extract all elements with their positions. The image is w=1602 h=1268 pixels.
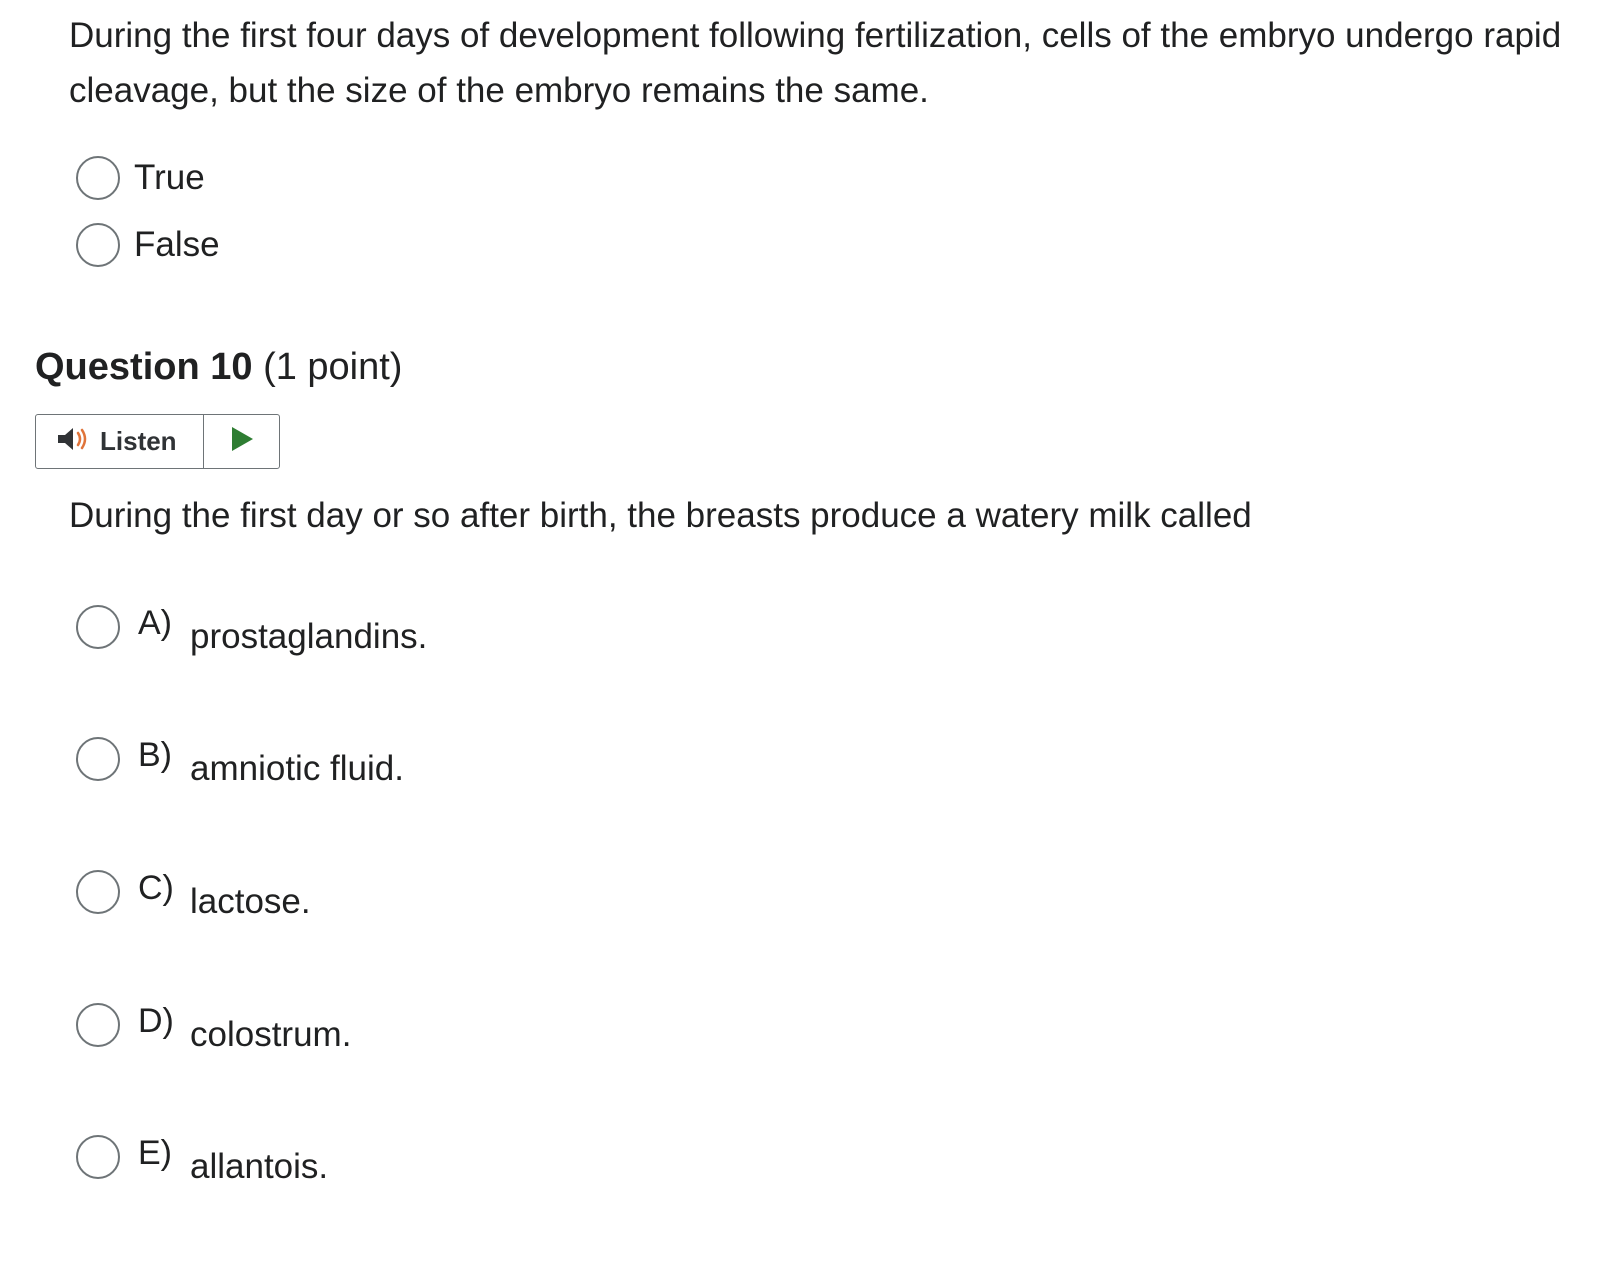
radio-button[interactable] (76, 870, 120, 914)
option-text: colostrum. (190, 1015, 352, 1054)
radio-button[interactable] (76, 1135, 120, 1179)
radio-button[interactable] (76, 223, 120, 267)
option-a[interactable]: A) prostaglandins. (76, 597, 427, 657)
option-letter: E) (138, 1133, 172, 1172)
option-letter: C) (138, 868, 174, 907)
speaker-icon (56, 425, 92, 458)
option-text: allantois. (190, 1147, 329, 1186)
option-text: prostaglandins. (190, 617, 428, 656)
radio-button[interactable] (76, 737, 120, 781)
option-e[interactable]: E) allantois. (76, 1127, 328, 1187)
listen-widget: Listen (35, 414, 280, 469)
option-text: lactose. (190, 882, 311, 921)
previous-question-text: During the first four days of developmen… (69, 16, 1562, 110)
option-c[interactable]: C) lactose. (76, 862, 311, 922)
listen-label: Listen (100, 426, 177, 456)
option-d[interactable]: D) colostrum. (76, 995, 351, 1055)
question-points: (1 point) (263, 346, 403, 388)
radio-button[interactable] (76, 605, 120, 649)
question-number: Question 10 (35, 346, 253, 388)
radio-button[interactable] (76, 156, 120, 200)
option-text: amniotic fluid. (190, 749, 404, 788)
question-text: During the first day or so after birth, … (69, 496, 1252, 535)
option-letter: B) (138, 735, 172, 774)
question-heading: Question 10 (1 point) (35, 346, 402, 389)
play-icon (229, 425, 255, 458)
option-letter: A) (138, 603, 172, 642)
option-true[interactable]: True (76, 154, 205, 202)
radio-button[interactable] (76, 1003, 120, 1047)
option-false[interactable]: False (76, 221, 220, 269)
option-letter: D) (138, 1001, 174, 1040)
listen-button[interactable]: Listen (36, 415, 204, 468)
option-label: True (134, 158, 205, 197)
option-b[interactable]: B) amniotic fluid. (76, 729, 404, 789)
option-label: False (134, 225, 220, 264)
play-button[interactable] (204, 415, 279, 468)
